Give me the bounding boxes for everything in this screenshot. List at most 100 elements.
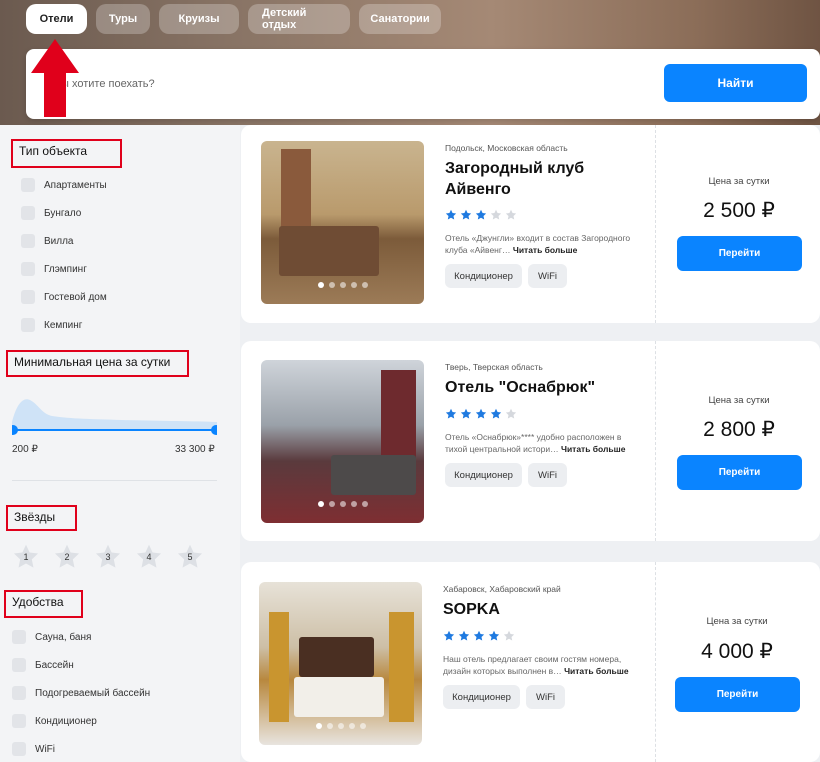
star-filter-5[interactable]: 5 xyxy=(176,543,204,571)
category-tabs: Отели Туры Круизы Детский отдых Санатори… xyxy=(26,4,441,34)
checkbox[interactable] xyxy=(12,630,26,644)
amenity-chip: WiFi xyxy=(528,264,567,288)
hotel-rating xyxy=(445,408,517,420)
option-label: WiFi xyxy=(35,743,55,755)
option-label: Сауна, баня xyxy=(35,631,92,643)
hotel-description: Наш отель предлагает своим гостям номера… xyxy=(443,654,629,676)
divider xyxy=(12,480,217,481)
hotel-photo[interactable] xyxy=(261,141,424,304)
hotel-name[interactable]: Загородный клуб Айвенго xyxy=(445,158,645,200)
star-icon xyxy=(443,630,455,641)
photo-carousel-dots[interactable] xyxy=(317,501,368,507)
option-label: Бунгало xyxy=(44,207,82,219)
checkbox[interactable] xyxy=(12,686,26,700)
go-button[interactable]: Перейти xyxy=(677,236,802,271)
tab-sanatoriums[interactable]: Санатории xyxy=(359,4,441,34)
star-icon xyxy=(505,408,517,419)
card-divider xyxy=(655,562,656,762)
star-filter-2[interactable]: 2 xyxy=(53,543,81,571)
tab-kids-rest[interactable]: Детский отдых xyxy=(248,4,350,34)
star-icon xyxy=(503,630,515,641)
find-button[interactable]: Найти xyxy=(664,64,807,102)
go-button[interactable]: Перейти xyxy=(677,455,802,490)
filter-option[interactable]: Сауна, баня xyxy=(12,630,91,644)
filter-option[interactable]: Бунгало xyxy=(21,206,81,220)
option-label: Глэмпинг xyxy=(44,263,87,275)
star-icon xyxy=(460,209,472,220)
filter-option[interactable]: Глэмпинг xyxy=(21,262,87,276)
filter-option[interactable]: Подогреваемый бассейн xyxy=(12,686,150,700)
option-label: Апартаменты xyxy=(44,179,107,191)
checkbox[interactable] xyxy=(21,234,35,248)
card-divider xyxy=(655,125,656,323)
hotel-description: Отель «Джунгли» входит в состав Загородн… xyxy=(445,233,631,255)
filter-option[interactable]: Бассейн xyxy=(12,658,74,672)
filter-option[interactable]: Апартаменты xyxy=(21,178,107,192)
hotel-card: Тверь, Тверская область Отель "Оснабрюк"… xyxy=(241,341,820,541)
star-icon xyxy=(458,630,470,641)
filter-title-amenities: Удобства xyxy=(4,590,83,618)
filter-option[interactable]: Кондиционер xyxy=(12,714,97,728)
filter-option[interactable]: Гостевой дом xyxy=(21,290,107,304)
filter-title-min-price: Минимальная цена за сутки xyxy=(6,350,189,377)
price-max-label: 33 300 ₽ xyxy=(175,444,215,455)
star-icon xyxy=(475,408,487,419)
hotel-rating xyxy=(445,209,517,221)
star-icon xyxy=(488,630,500,641)
go-button[interactable]: Перейти xyxy=(675,677,800,712)
option-label: Подогреваемый бассейн xyxy=(35,687,151,699)
hotel-name[interactable]: SOPKA xyxy=(443,599,643,620)
star-filter-4[interactable]: 4 xyxy=(135,543,163,571)
amenity-chip: WiFi xyxy=(528,463,567,487)
option-label: Кемпинг xyxy=(44,319,83,331)
star-icon xyxy=(490,209,502,220)
hotel-card: Подольск, Московская область Загородный … xyxy=(241,125,820,323)
filter-title-stars: Звёзды xyxy=(6,505,77,531)
checkbox[interactable] xyxy=(12,714,26,728)
star-filter-3[interactable]: 3 xyxy=(94,543,122,571)
tab-cruises[interactable]: Круизы xyxy=(159,4,239,34)
filter-option[interactable]: WiFi xyxy=(12,742,55,756)
photo-carousel-dots[interactable] xyxy=(317,282,368,288)
hotel-name[interactable]: Отель "Оснабрюк" xyxy=(445,377,645,398)
annotation-arrow-icon xyxy=(31,39,79,117)
hotel-description: Отель «Оснабрюк»**** удобно расположен в… xyxy=(445,432,626,454)
checkbox[interactable] xyxy=(12,742,26,756)
checkbox[interactable] xyxy=(21,262,35,276)
checkbox[interactable] xyxy=(12,658,26,672)
price-histogram-slider[interactable] xyxy=(12,392,217,437)
read-more-link[interactable]: Читать больше xyxy=(561,444,626,454)
checkbox[interactable] xyxy=(21,290,35,304)
hotel-location: Тверь, Тверская область xyxy=(445,362,543,372)
search-bar: Найти xyxy=(26,49,820,119)
hotel-price: 2 500 ₽ xyxy=(703,199,775,222)
hotel-price: 4 000 ₽ xyxy=(701,640,773,663)
tab-hotels[interactable]: Отели xyxy=(26,4,87,34)
star-icon xyxy=(475,209,487,220)
checkbox[interactable] xyxy=(21,318,35,332)
tab-tours[interactable]: Туры xyxy=(96,4,150,34)
filter-option[interactable]: Кемпинг xyxy=(21,318,82,332)
star-icon xyxy=(505,209,517,220)
photo-carousel-dots[interactable] xyxy=(315,723,366,729)
option-label: Гостевой дом xyxy=(44,291,107,303)
hotel-photo[interactable] xyxy=(261,360,424,523)
price-caption: Цена за сутки xyxy=(708,176,770,187)
hotel-card: Хабаровск, Хабаровский край SOPKA Наш от… xyxy=(241,562,820,762)
hotel-photo[interactable] xyxy=(259,582,422,745)
option-label: Вилла xyxy=(44,235,74,247)
hotel-location: Подольск, Московская область xyxy=(445,143,568,153)
filter-option[interactable]: Вилла xyxy=(21,234,74,248)
search-input[interactable] xyxy=(46,71,646,97)
star-filter-1[interactable]: 1 xyxy=(12,543,40,571)
checkbox[interactable] xyxy=(21,206,35,220)
price-caption: Цена за сутки xyxy=(706,616,768,627)
option-label: Бассейн xyxy=(35,659,74,671)
hotel-price: 2 800 ₽ xyxy=(703,418,775,441)
price-min-label: 200 ₽ xyxy=(12,444,38,455)
read-more-link[interactable]: Читать больше xyxy=(513,245,578,255)
checkbox[interactable] xyxy=(21,178,35,192)
star-icon xyxy=(473,630,485,641)
filters-sidebar: Тип объекта Апартаменты Бунгало Вилла Гл… xyxy=(0,125,240,762)
read-more-link[interactable]: Читать больше xyxy=(564,666,629,676)
